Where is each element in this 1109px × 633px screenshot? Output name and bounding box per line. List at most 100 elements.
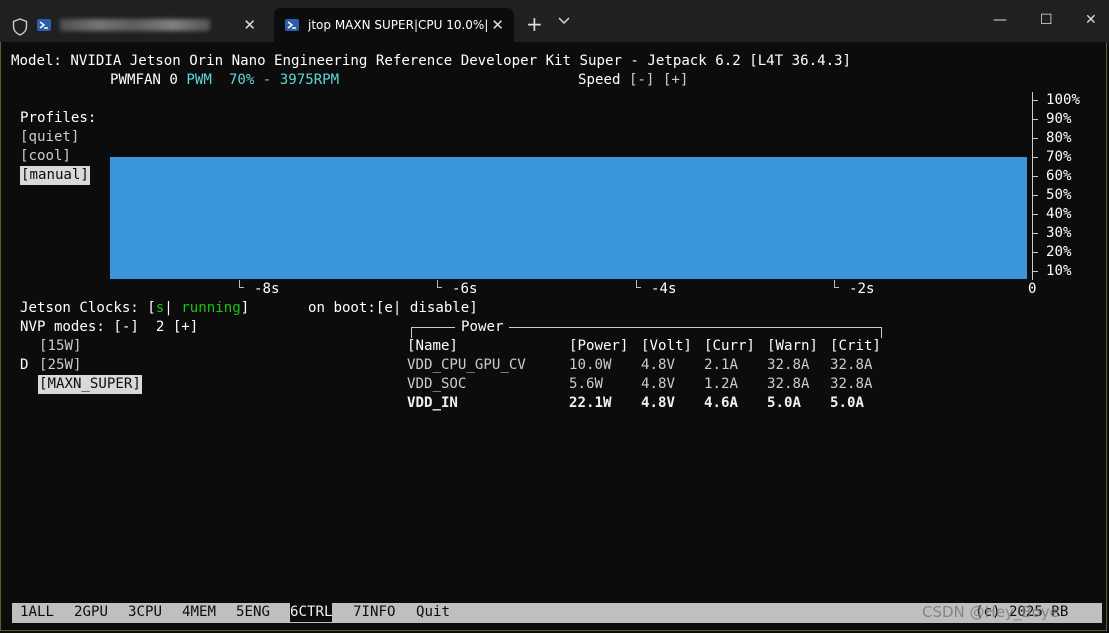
power-cell: VDD_SOC xyxy=(407,376,467,392)
footer-label: CPU xyxy=(136,604,162,620)
y-tick xyxy=(1032,233,1038,234)
jetson-clocks-line: Jetson Clocks: [s| running] xyxy=(20,299,249,318)
footer-label: Quit xyxy=(416,604,450,620)
power-cell: VDD_CPU_GPU_CV xyxy=(407,357,526,373)
footer-label: ALL xyxy=(28,604,54,620)
y-tick-label: 60% xyxy=(1046,168,1072,184)
x-tick-label: -4s xyxy=(651,281,677,297)
bracket: [ xyxy=(147,300,156,316)
boot-label: on boot:[ xyxy=(308,300,385,316)
footer-tab-all[interactable]: 1ALL xyxy=(20,603,54,622)
power-header: [Name] xyxy=(407,338,458,354)
footer-tab-ctrl[interactable]: 6CTRL xyxy=(290,603,333,622)
footer-tab-eng[interactable]: 5ENG xyxy=(236,603,270,622)
y-tick xyxy=(1032,100,1038,101)
y-tick-label: 50% xyxy=(1046,187,1072,203)
clocks-status: running xyxy=(181,300,241,316)
power-header: [Volt] xyxy=(641,338,692,354)
bracket: ] xyxy=(469,300,478,316)
footer-label: ENG xyxy=(244,604,270,620)
power-cell: 22.1W xyxy=(569,395,612,411)
boot-status: disable xyxy=(409,300,470,316)
bracket: ] xyxy=(240,300,250,316)
power-cell: 32.8A xyxy=(767,357,810,373)
power-cell: 2.1A xyxy=(704,357,738,373)
x-tick-label: -8s xyxy=(254,281,280,297)
footer-label: INFO xyxy=(361,604,396,620)
boot-toggle[interactable]: on boot:[e| disable] xyxy=(308,299,478,318)
y-tick-label: 70% xyxy=(1046,149,1072,165)
separator: | xyxy=(164,300,173,316)
power-cell: 10.0W xyxy=(569,357,612,373)
nvp-default-marker: D xyxy=(20,357,29,373)
y-tick-label: 90% xyxy=(1046,111,1072,127)
nvp-plus-button[interactable]: [+] xyxy=(173,319,198,335)
power-cell: 4.6A xyxy=(704,395,738,411)
footer-tab-gpu[interactable]: 2GPU xyxy=(74,603,108,622)
y-tick xyxy=(1032,214,1038,215)
y-tick-label: 30% xyxy=(1046,225,1072,241)
footer-key: 5 xyxy=(236,604,245,620)
footer-key: 2 xyxy=(74,604,83,620)
footer-tab-mem[interactable]: 4MEM xyxy=(182,603,216,622)
nvp-label: NVP modes: xyxy=(20,319,105,335)
x-tick-foot xyxy=(834,287,839,288)
power-cell: 5.6W xyxy=(569,376,603,392)
footer-key: 7 xyxy=(353,604,362,620)
power-cell: 32.8A xyxy=(767,376,810,392)
y-tick xyxy=(1032,271,1038,272)
footer-key: 3 xyxy=(128,604,137,620)
x-tick-foot xyxy=(636,287,641,288)
nvp-minus-button[interactable]: [-] xyxy=(113,319,138,335)
y-tick-label: 100% xyxy=(1046,92,1080,108)
nvp-mode-15w[interactable]: [15W] xyxy=(39,337,81,356)
footer-tab-cpu[interactable]: 3CPU xyxy=(128,603,162,622)
footer-key: 6 xyxy=(290,604,299,620)
y-tick-label: 10% xyxy=(1046,263,1072,279)
footer-label: CTRL xyxy=(298,604,333,620)
fan-speed-chart xyxy=(110,157,1027,279)
nvp-number: 2 xyxy=(155,319,165,335)
y-tick-label: 40% xyxy=(1046,206,1072,222)
y-tick xyxy=(1032,195,1038,196)
power-cell: VDD_IN xyxy=(407,395,458,411)
boot-key: e xyxy=(384,300,393,316)
power-cell: 4.8V xyxy=(641,357,675,373)
power-cell: 5.0A xyxy=(767,395,801,411)
x-tick-foot xyxy=(239,287,244,288)
footer-tab-quit[interactable]: Quit xyxy=(416,603,450,622)
x-tick-label: -2s xyxy=(849,281,875,297)
power-cell: 32.8A xyxy=(830,376,873,392)
power-cell: 5.0A xyxy=(830,395,864,411)
y-tick xyxy=(1032,119,1038,120)
y-tick xyxy=(1032,176,1038,177)
power-cell: 4.8V xyxy=(641,395,675,411)
x-tick-foot xyxy=(437,287,442,288)
footer-tab-info[interactable]: 7INFO xyxy=(353,603,395,622)
x-tick-label: 0 xyxy=(1028,281,1037,297)
footer-label: MEM xyxy=(190,604,216,620)
separator: | xyxy=(392,300,402,316)
power-header: [Crit] xyxy=(830,338,881,354)
power-title: Power xyxy=(455,318,510,337)
x-tick-label: -6s xyxy=(452,281,478,297)
jetson-clocks-toggle[interactable]: [s| running] xyxy=(147,300,249,316)
nvp-mode-25w[interactable]: [25W] xyxy=(39,356,81,375)
footer-label: GPU xyxy=(82,604,108,620)
power-header: [Curr] xyxy=(704,338,755,354)
fan-speed-area xyxy=(110,157,1027,279)
watermark: CSDN @Hey_Boye xyxy=(922,603,1059,621)
nvp-mode-maxn-super[interactable]: [MAXN_SUPER] xyxy=(38,375,142,394)
power-header: [Power] xyxy=(569,338,629,354)
footer-key: 1 xyxy=(20,604,29,620)
power-cell: 4.8V xyxy=(641,376,675,392)
footer-key: 4 xyxy=(182,604,191,620)
y-tick-label: 20% xyxy=(1046,244,1072,260)
power-cell: 1.2A xyxy=(704,376,738,392)
nvp-modes-line: NVP modes: [-] 2 [+] xyxy=(20,318,198,337)
y-tick xyxy=(1032,252,1038,253)
jetson-clocks-label: Jetson Clocks: xyxy=(20,300,139,316)
power-cell: 32.8A xyxy=(830,357,873,373)
power-header: [Warn] xyxy=(767,338,818,354)
y-tick-label: 80% xyxy=(1046,130,1072,146)
